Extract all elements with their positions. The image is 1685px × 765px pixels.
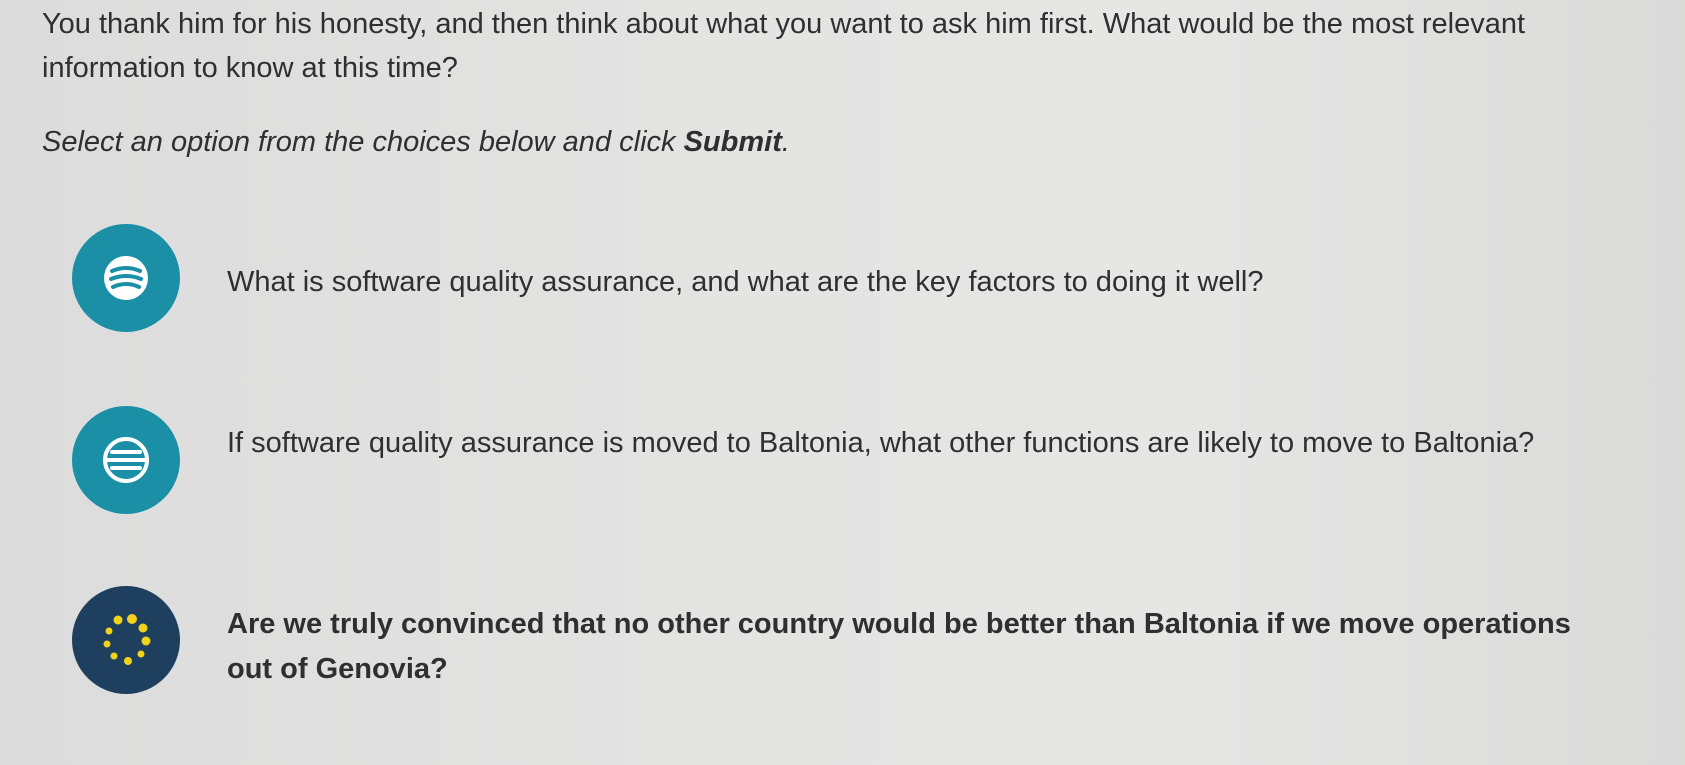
dots-circle-icon[interactable]	[72, 586, 180, 694]
question-intro: You thank him for his honesty, and then …	[42, 8, 1526, 84]
instruction-suffix: .	[781, 126, 790, 158]
globe-lines-icon[interactable]	[72, 406, 180, 514]
instruction-submit-word: Submit	[683, 126, 782, 158]
instruction-prefix: Select an option from the choices below …	[42, 126, 684, 158]
option-1[interactable]: What is software quality assurance, and …	[72, 224, 1612, 334]
option-1-text[interactable]: What is software quality assurance, and …	[227, 260, 1597, 305]
option-3-text[interactable]: Are we truly convinced that no other cou…	[227, 602, 1597, 692]
question-page: You thank him for his honesty, and then …	[0, 0, 1685, 765]
option-2[interactable]: If software quality assurance is moved t…	[72, 406, 1612, 516]
three-lines-icon[interactable]	[72, 224, 180, 332]
option-2-text[interactable]: If software quality assurance is moved t…	[227, 421, 1597, 466]
instruction-text: Select an option from the choices below …	[42, 122, 790, 162]
option-3[interactable]: Are we truly convinced that no other cou…	[72, 586, 1612, 696]
